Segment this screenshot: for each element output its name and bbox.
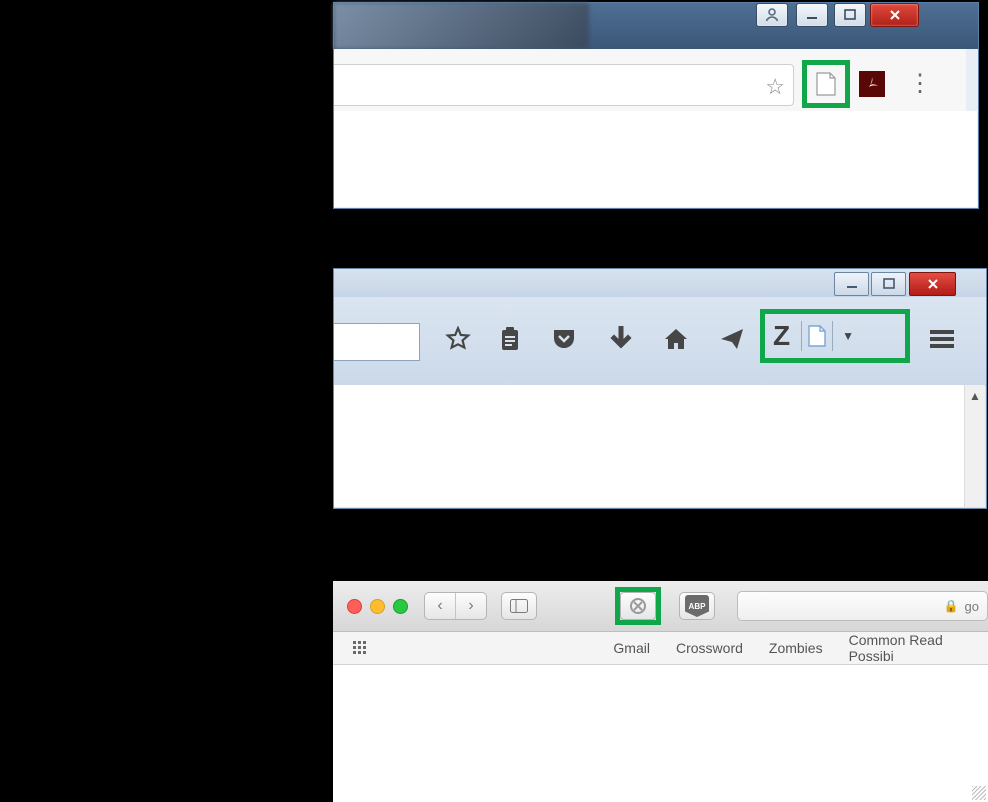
firefox-toolbar: Z ▼ xyxy=(334,297,986,386)
resize-grabber-icon[interactable] xyxy=(972,786,986,800)
chrome-address-bar[interactable]: ☆ xyxy=(334,64,794,106)
favorite-link[interactable]: Crossword xyxy=(676,640,743,656)
pocket-icon[interactable] xyxy=(540,315,588,363)
firefox-zotero-button-group[interactable]: Z ▼ xyxy=(760,309,910,363)
firefox-address-bar[interactable] xyxy=(334,323,420,361)
adobe-acrobat-extension-button[interactable] xyxy=(852,64,892,104)
chrome-window: ☆ ⋮ xyxy=(333,2,979,209)
bookmark-star-icon[interactable]: ☆ xyxy=(765,74,785,100)
firefox-close-button[interactable] xyxy=(909,272,956,296)
window-zoom-button[interactable] xyxy=(393,599,408,614)
zotero-connector-button[interactable] xyxy=(806,64,846,104)
paper-plane-icon[interactable] xyxy=(708,315,756,363)
chrome-tab-blur xyxy=(334,3,589,49)
chrome-titlebar xyxy=(334,3,978,49)
window-minimize-button[interactable] xyxy=(370,599,385,614)
adblock-plus-button[interactable]: ABP xyxy=(679,592,715,620)
zotero-z-icon: Z xyxy=(773,320,790,352)
firefox-page-content xyxy=(334,385,985,507)
safari-window: ‹ › ABP 🔒 go xyxy=(333,581,988,802)
favorite-link[interactable]: Common Read Possibi xyxy=(849,632,988,664)
back-button[interactable]: ‹ xyxy=(425,593,455,619)
favorite-link[interactable]: Zombies xyxy=(769,640,823,656)
url-text: go xyxy=(965,599,979,614)
safari-nav-buttons: ‹ › xyxy=(424,592,487,620)
firefox-hamburger-menu[interactable] xyxy=(924,321,960,357)
chrome-page-content xyxy=(334,111,977,207)
zotero-page-icon xyxy=(807,324,827,348)
firefox-scrollbar[interactable]: ▲ xyxy=(964,385,985,507)
safari-zotero-button[interactable] xyxy=(620,592,656,620)
favorite-link[interactable]: Gmail xyxy=(613,640,650,656)
abp-icon: ABP xyxy=(685,595,709,617)
forward-button[interactable]: › xyxy=(455,593,486,619)
chrome-account-button[interactable] xyxy=(756,3,788,27)
safari-favorites-bar: Gmail Crossword Zombies Common Read Poss… xyxy=(333,632,988,665)
firefox-minimize-button[interactable] xyxy=(834,272,869,296)
separator xyxy=(832,321,833,351)
firefox-window: Z ▼ ▲ xyxy=(333,268,987,509)
download-arrow-icon[interactable] xyxy=(597,315,645,363)
lock-icon: 🔒 xyxy=(944,599,959,613)
chrome-minimize-button[interactable] xyxy=(796,3,828,27)
sidebar-toggle-button[interactable] xyxy=(501,592,537,620)
chrome-maximize-button[interactable] xyxy=(834,3,866,27)
traffic-lights xyxy=(347,599,408,614)
home-icon[interactable] xyxy=(652,315,700,363)
chevron-down-icon[interactable]: ▼ xyxy=(842,329,854,343)
separator xyxy=(801,321,802,351)
bookmark-star-icon[interactable] xyxy=(434,315,482,363)
safari-address-bar[interactable]: 🔒 go xyxy=(737,591,988,621)
favorites-grid-icon[interactable] xyxy=(353,641,367,655)
safari-toolbar: ‹ › ABP 🔒 go xyxy=(333,581,988,632)
firefox-maximize-button[interactable] xyxy=(871,272,906,296)
firefox-titlebar xyxy=(334,269,986,297)
chrome-toolbar: ☆ ⋮ xyxy=(334,49,966,112)
scroll-up-arrow-icon[interactable]: ▲ xyxy=(969,389,981,403)
reading-list-icon[interactable] xyxy=(486,315,534,363)
chrome-close-button[interactable] xyxy=(870,3,919,27)
window-close-button[interactable] xyxy=(347,599,362,614)
safari-page-content xyxy=(333,665,988,802)
chrome-menu-button[interactable]: ⋮ xyxy=(900,64,940,104)
adobe-icon xyxy=(859,71,885,97)
safari-highlight-box xyxy=(615,587,661,625)
